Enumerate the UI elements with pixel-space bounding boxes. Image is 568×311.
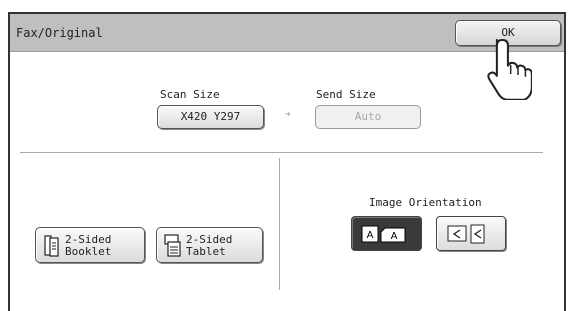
vertical-divider — [279, 158, 280, 290]
portrait-glyph-a: A — [367, 230, 374, 241]
portrait-orientation-icon: A A — [361, 225, 406, 243]
booklet-icon — [44, 235, 59, 257]
title-bar: Fax/Original OK — [10, 14, 564, 52]
tablet-icon — [164, 234, 181, 257]
arrow-right-icon: ➜ — [285, 110, 291, 120]
two-sided-booklet-button[interactable]: 2-Sided Booklet — [35, 227, 145, 263]
pointing-hand-icon — [487, 38, 532, 100]
tablet-label-line2: Tablet — [186, 245, 226, 258]
booklet-label-line2: Booklet — [65, 245, 112, 258]
dialog-title: Fax/Original — [16, 26, 103, 40]
scan-size-button[interactable]: X420 Y297 — [157, 105, 264, 129]
horizontal-divider — [20, 152, 543, 153]
portrait-orientation-button[interactable]: A A — [351, 216, 422, 251]
image-orientation-label: Image Orientation — [369, 196, 482, 209]
portrait-glyph-b: A — [391, 231, 398, 242]
two-sided-tablet-button[interactable]: 2-Sided Tablet — [156, 227, 263, 263]
scan-size-label: Scan Size — [160, 88, 220, 101]
landscape-orientation-button[interactable] — [436, 216, 506, 251]
send-size-button[interactable]: Auto — [315, 105, 421, 129]
landscape-orientation-icon — [447, 224, 485, 244]
send-size-label: Send Size — [316, 88, 376, 101]
